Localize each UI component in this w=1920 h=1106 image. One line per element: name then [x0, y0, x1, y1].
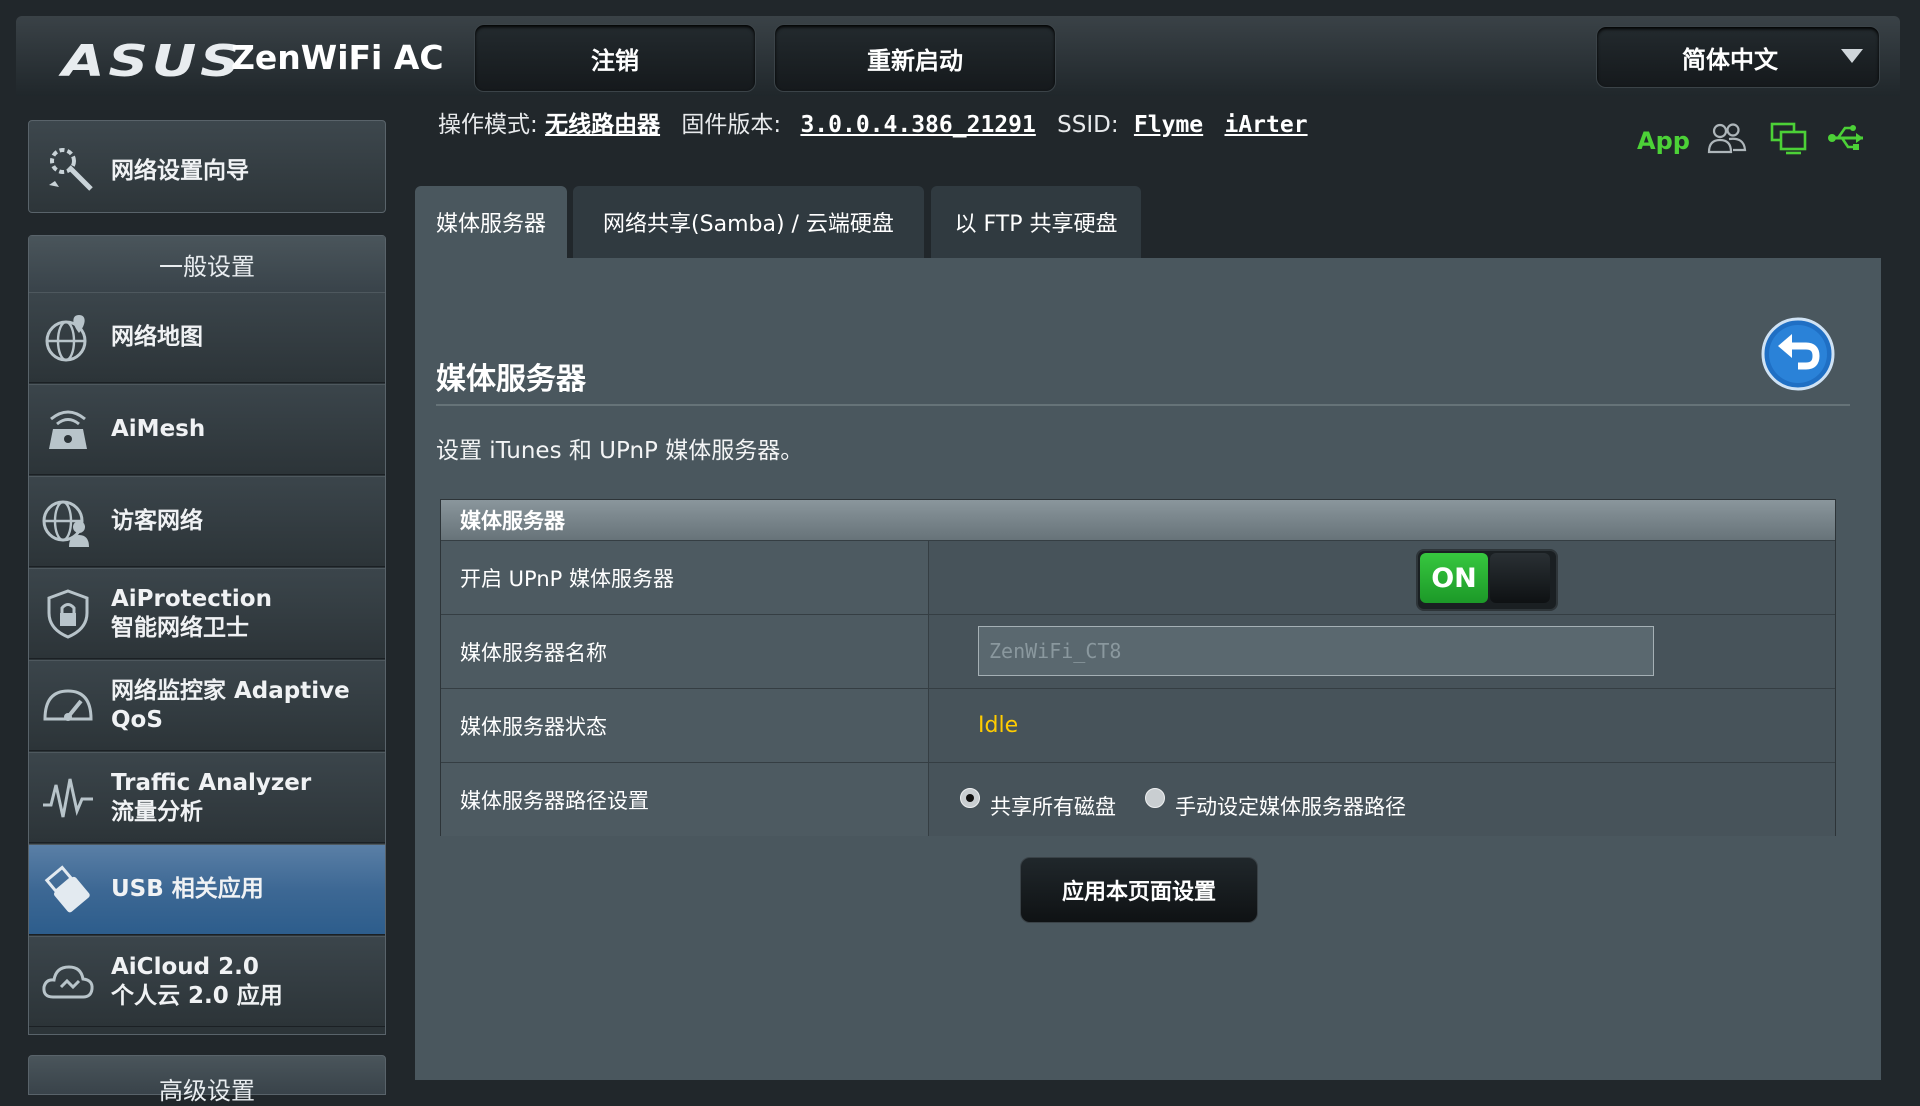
ssid-link-1[interactable]: Flyme: [1134, 112, 1203, 138]
app-link[interactable]: App: [1637, 127, 1690, 155]
table-row-path-setting: 媒体服务器路径设置 共享所有磁盘 手动设定媒体服务器路径: [441, 762, 1835, 836]
opmode-link[interactable]: 无线路由器: [545, 112, 660, 138]
reboot-button[interactable]: 重新启动: [774, 24, 1056, 92]
enable-upnp-label: 开启 UPnP 媒体服务器: [441, 541, 929, 614]
toggle-state-label: ON: [1420, 553, 1488, 603]
opmode-label: 操作模式:: [438, 112, 538, 138]
clients-icon[interactable]: [1706, 120, 1748, 156]
firmware-label: 固件版本:: [681, 112, 782, 138]
toggle-knob: [1490, 553, 1550, 603]
language-select[interactable]: 简体中文: [1596, 26, 1880, 88]
sidebar-item-usb-application[interactable]: USB 相关应用: [29, 844, 385, 935]
firmware-link[interactable]: 3.0.0.4.386_21291: [800, 112, 1035, 138]
tab-samba-share[interactable]: 网络共享(Samba) / 云端硬盘: [573, 186, 924, 258]
sidebar-item-aimesh[interactable]: AiMesh: [29, 384, 385, 475]
wizard-label: 网络设置向导: [111, 158, 249, 184]
server-name-label: 媒体服务器名称: [441, 615, 929, 688]
ssid-label: SSID:: [1057, 112, 1119, 138]
sidebar-item-label: 访客网络: [111, 508, 203, 534]
server-status-label: 媒体服务器状态: [441, 689, 929, 762]
usb-status-icon[interactable]: [1826, 120, 1868, 156]
language-value: 简体中文: [1682, 45, 1778, 74]
title-divider: [436, 404, 1850, 406]
traffic-wave-icon: [43, 778, 93, 818]
tab-ftp-share[interactable]: 以 FTP 共享硬盘: [931, 186, 1141, 258]
radio-label-manual-path[interactable]: 手动设定媒体服务器路径: [1175, 791, 1406, 821]
sidebar-item-label: AiMesh: [111, 416, 206, 442]
tab-media-server[interactable]: 媒体服务器: [415, 186, 567, 258]
sidebar-item-adaptive-qos[interactable]: 网络监控家 Adaptive QoS: [29, 660, 385, 751]
radio-share-all-disks[interactable]: [960, 788, 980, 808]
cloud-icon: [42, 965, 94, 999]
table-row-server-status: 媒体服务器状态 Idle: [441, 688, 1835, 762]
globe-map-icon: [45, 315, 87, 362]
general-settings-heading: 一般设置: [29, 236, 385, 292]
apply-button[interactable]: 应用本页面设置: [1020, 857, 1258, 923]
sidebar-item-label: Traffic Analyzer 流量分析: [111, 769, 312, 825]
radio-label-share-all[interactable]: 共享所有磁盘: [990, 791, 1116, 821]
upnp-toggle-switch[interactable]: ON: [1416, 549, 1558, 611]
sidebar-item-traffic-analyzer[interactable]: Traffic Analyzer 流量分析: [29, 752, 385, 843]
sidebar-item-label: 网络监控家 Adaptive QoS: [111, 677, 350, 733]
table-heading: 媒体服务器: [441, 500, 1835, 540]
wizard-wand-icon: [49, 148, 93, 191]
page-description: 设置 iTunes 和 UPnP 媒体服务器。: [436, 438, 804, 464]
guest-network-icon: [42, 500, 89, 547]
radio-manual-path[interactable]: [1145, 788, 1165, 808]
speedometer-icon: [43, 689, 93, 721]
network-status-icon[interactable]: [1768, 120, 1810, 156]
product-name: ZenWiFi AC: [231, 38, 444, 77]
back-arrow-icon[interactable]: [1760, 316, 1836, 392]
ssid-link-2[interactable]: iArter: [1224, 112, 1307, 138]
sidebar-item-label: 网络地图: [111, 324, 203, 350]
status-line: 操作模式: 无线路由器 固件版本: 3.0.0.4.386_21291 SSID…: [438, 105, 1308, 139]
sidebar-item-aiprotection[interactable]: AiProtection 智能网络卫士: [29, 568, 385, 659]
server-name-input[interactable]: [978, 626, 1654, 676]
chevron-down-icon: [1841, 49, 1863, 63]
advanced-settings-heading: 高级设置: [28, 1055, 386, 1105]
page-title: 媒体服务器: [436, 362, 586, 397]
sidebar-item-guest-network[interactable]: 访客网络: [29, 476, 385, 567]
table-row-server-name: 媒体服务器名称: [441, 614, 1835, 688]
quick-setup-wizard-button[interactable]: 网络设置向导: [28, 120, 386, 213]
aimesh-router-icon: [49, 410, 87, 449]
logout-button[interactable]: 注销: [474, 24, 756, 92]
sidebar-item-label: USB 相关应用: [111, 876, 264, 902]
sidebar-item-label: AiProtection 智能网络卫士: [111, 585, 272, 641]
table-row-enable-upnp: 开启 UPnP 媒体服务器 ON: [441, 540, 1835, 614]
usb-icon: [44, 865, 90, 913]
asus-logo: ASUS: [62, 36, 244, 87]
shield-lock-icon: [47, 589, 89, 639]
sidebar-item-network-map[interactable]: 网络地图: [29, 292, 385, 383]
sidebar-item-aicloud[interactable]: AiCloud 2.0 个人云 2.0 应用: [29, 936, 385, 1027]
sidebar-item-label: AiCloud 2.0 个人云 2.0 应用: [111, 953, 283, 1009]
server-status-value: Idle: [978, 713, 1019, 738]
path-setting-label: 媒体服务器路径设置: [441, 763, 929, 836]
